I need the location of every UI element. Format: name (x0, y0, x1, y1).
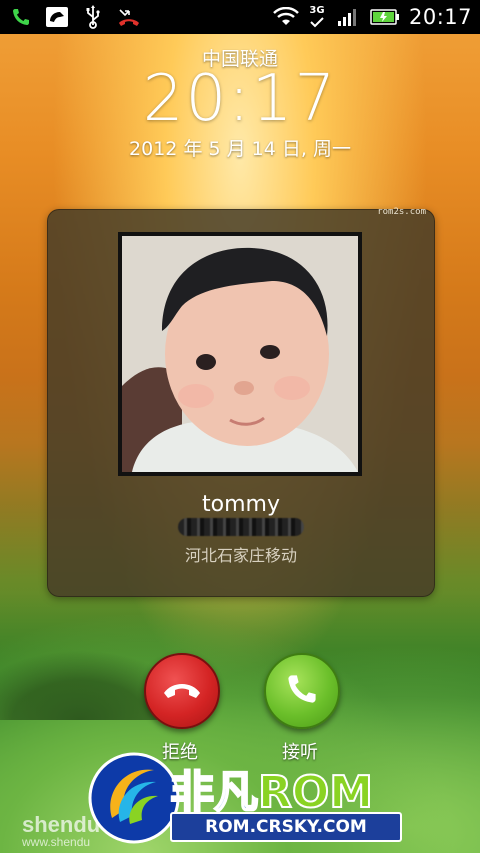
missed-call-icon (116, 4, 142, 30)
lockscreen-clock: 20:17 (142, 62, 338, 136)
caller-photo-image (122, 236, 358, 472)
3g-icon: 3G (307, 4, 327, 30)
answer-call-button[interactable] (264, 653, 340, 729)
caller-name: tommy (202, 492, 280, 517)
caller-photo (118, 232, 362, 476)
brand-url: ROM.CRSKY.COM (170, 812, 402, 842)
status-time: 20:17 (408, 5, 472, 29)
watermark-text: rom2s.com (377, 207, 426, 217)
brand-title-rom: ROM (257, 766, 374, 819)
signal-icon (335, 4, 361, 30)
wifi-icon (273, 4, 299, 30)
caller-number-redacted (178, 518, 304, 536)
hang-up-icon (162, 677, 202, 705)
shendu-url-watermark: www.shendu (22, 835, 91, 849)
voicemail-icon (44, 4, 70, 30)
network-type-label: 3G (309, 5, 325, 16)
caller-location: 河北石家庄移动 (184, 546, 297, 565)
decline-call-button[interactable] (144, 653, 220, 729)
phone-answer-icon (285, 672, 319, 710)
status-bar: 3G 20:17 (0, 0, 480, 34)
brand-logo-icon (84, 748, 184, 848)
brand-title-cn: 非凡 (169, 766, 259, 819)
battery-icon (369, 4, 401, 30)
lockscreen-date: 2012 年 5 月 14 日, 周一 (129, 138, 351, 160)
usb-icon (80, 4, 106, 30)
phone-icon (8, 4, 34, 30)
brand-title: 非凡ROM (169, 756, 374, 820)
incoming-call-card: rom2s.com tommy 河北石家庄移动 (47, 207, 435, 597)
